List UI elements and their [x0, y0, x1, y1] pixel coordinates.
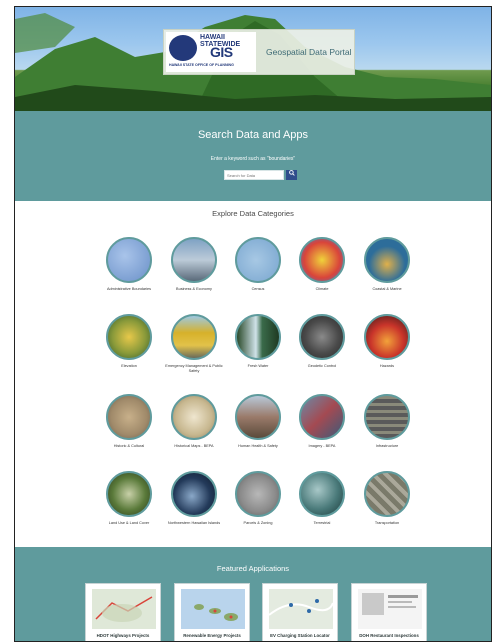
category-thumbnail — [235, 314, 281, 360]
app-card-renewable-energy[interactable]: Renewable Energy Projects — [174, 583, 250, 641]
search-section: Search Data and Apps Enter a keyword suc… — [15, 111, 491, 201]
category-historical-maps[interactable]: Historical Maps - BEPA — [161, 394, 227, 449]
category-thumbnail — [364, 314, 410, 360]
categories-section: Explore Data Categories Administrative B… — [15, 201, 491, 547]
search-icon — [288, 170, 295, 176]
category-label: Terrestrial — [313, 521, 331, 525]
category-thumbnail — [171, 314, 217, 360]
category-fresh-water[interactable]: Fresh Water — [225, 314, 291, 369]
category-thumbnail — [364, 471, 410, 517]
category-emergency-management[interactable]: Emergency Management & Public Safety — [161, 314, 227, 373]
search-row — [224, 170, 297, 180]
category-thumbnail — [235, 237, 281, 283]
app-label: HDOT Highways Projects — [96, 633, 150, 638]
category-thumbnail — [235, 394, 281, 440]
logo-gis: GIS — [210, 44, 233, 60]
category-thumbnail — [235, 471, 281, 517]
category-thumbnail — [299, 471, 345, 517]
category-census[interactable]: Census — [225, 237, 291, 292]
category-business-economy[interactable]: Business & Economy — [161, 237, 227, 292]
category-climate[interactable]: Climate — [289, 237, 355, 292]
category-label: Census — [251, 287, 265, 291]
category-hazards[interactable]: Hazards — [354, 314, 420, 369]
app-label: DOH Restaurant Inspections — [359, 633, 419, 638]
category-label: Geodetic Control — [307, 364, 337, 368]
category-thumbnail — [106, 237, 152, 283]
app-label: Renewable Energy Projects — [183, 633, 241, 638]
category-label: Infrastructure — [375, 444, 399, 448]
page-frame: HAWAII STATEWIDE GIS HAWAII STATE OFFICE… — [14, 6, 492, 642]
category-infrastructure[interactable]: Infrastructure — [354, 394, 420, 449]
category-human-health-safety[interactable]: Human Health & Safety — [225, 394, 291, 449]
featured-heading: Featured Applications — [216, 564, 290, 573]
category-geodetic-control[interactable]: Geodetic Control — [289, 314, 355, 369]
categories-heading: Explore Data Categories — [212, 209, 294, 218]
category-land-use-land-cover[interactable]: Land Use & Land Cover — [96, 471, 162, 526]
search-input[interactable] — [224, 170, 284, 180]
category-thumbnail — [299, 394, 345, 440]
category-label: Transportation — [374, 521, 400, 525]
category-northwestern-hawaiian-islands[interactable]: Northwestern Hawaiian Islands — [161, 471, 227, 526]
category-historic-cultural[interactable]: Historic & Cultural — [96, 394, 162, 449]
app-card-doh-restaurant[interactable]: DOH Restaurant Inspections — [351, 583, 427, 641]
category-thumbnail — [106, 394, 152, 440]
app-card-hdot-highways[interactable]: HDOT Highways Projects — [85, 583, 161, 641]
category-label: Parcels & Zoning — [243, 521, 273, 525]
category-label: Historic & Cultural — [113, 444, 145, 448]
category-thumbnail — [106, 314, 152, 360]
category-thumbnail — [299, 237, 345, 283]
category-label: Business & Economy — [176, 287, 212, 291]
category-label: Elevation — [121, 364, 137, 368]
category-label: Administrative Boundaries — [106, 287, 152, 291]
portal-logo-card[interactable]: HAWAII STATEWIDE GIS HAWAII STATE OFFICE… — [163, 29, 355, 75]
logo-subtitle: HAWAII STATE OFFICE OF PLANNING — [169, 63, 234, 67]
portal-title: Geospatial Data Portal — [266, 47, 352, 57]
globe-icon — [169, 35, 197, 61]
category-label: Imagery - BEPA — [308, 444, 336, 448]
app-label: EV Charging Station Locator — [270, 633, 330, 638]
hawaii-gis-logo: HAWAII STATEWIDE GIS HAWAII STATE OFFICE… — [166, 32, 256, 72]
category-label: Climate — [315, 287, 329, 291]
category-thumbnail — [364, 394, 410, 440]
category-elevation[interactable]: Elevation — [96, 314, 162, 369]
search-hint: Enter a keyword such as "boundaries" — [210, 156, 296, 162]
category-label: Northwestern Hawaiian Islands — [167, 521, 221, 525]
app-card-ev-charging[interactable]: EV Charging Station Locator — [262, 583, 338, 641]
category-thumbnail — [364, 237, 410, 283]
category-administrative-boundaries[interactable]: Administrative Boundaries — [96, 237, 162, 292]
app-thumbnail-map — [269, 589, 333, 629]
category-label: Historical Maps - BEPA — [174, 444, 214, 448]
category-thumbnail — [106, 471, 152, 517]
search-title: Search Data and Apps — [197, 129, 309, 141]
search-button[interactable] — [286, 170, 297, 180]
category-label: Emergency Management & Public Safety — [165, 364, 223, 373]
featured-applications-section: Featured Applications HDOT Highways Proj… — [15, 547, 491, 641]
hero-banner: HAWAII STATEWIDE GIS HAWAII STATE OFFICE… — [15, 7, 491, 111]
category-coastal-marine[interactable]: Coastal & Marine — [354, 237, 420, 292]
category-label: Coastal & Marine — [372, 287, 402, 291]
category-transportation[interactable]: Transportation — [354, 471, 420, 526]
app-thumbnail-map — [181, 589, 245, 629]
category-parcels-zoning[interactable]: Parcels & Zoning — [225, 471, 291, 526]
category-thumbnail — [299, 314, 345, 360]
category-label: Human Health & Safety — [238, 444, 278, 448]
category-thumbnail — [171, 237, 217, 283]
category-label: Land Use & Land Cover — [108, 521, 150, 525]
app-thumbnail-page — [358, 589, 422, 629]
category-label: Hazards — [379, 364, 395, 368]
category-label: Fresh Water — [247, 364, 269, 368]
category-thumbnail — [171, 471, 217, 517]
category-thumbnail — [171, 394, 217, 440]
app-thumbnail-map — [92, 589, 156, 629]
category-imagery[interactable]: Imagery - BEPA — [289, 394, 355, 449]
category-terrestrial[interactable]: Terrestrial — [289, 471, 355, 526]
